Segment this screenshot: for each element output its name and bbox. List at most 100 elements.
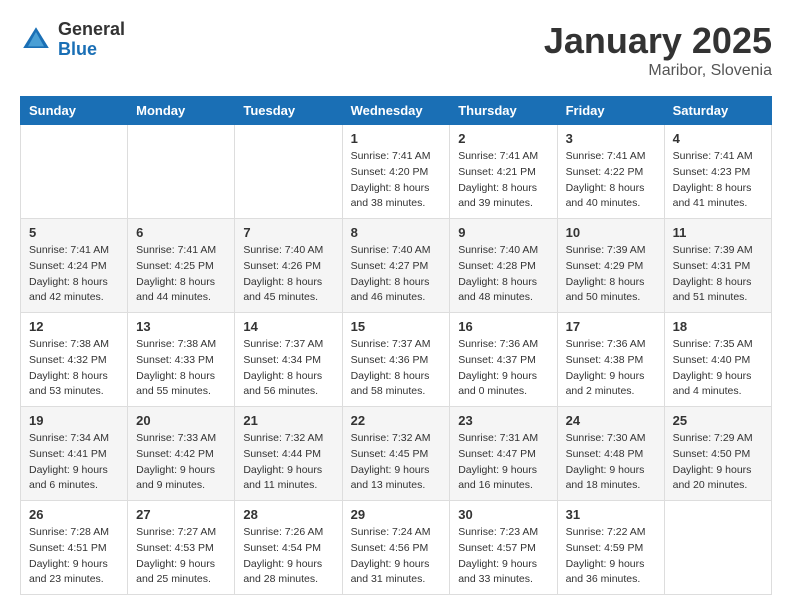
calendar-cell: 11 Sunrise: 7:39 AM Sunset: 4:31 PM Dayli… bbox=[664, 219, 771, 313]
day-number: 26 bbox=[29, 507, 119, 522]
calendar-cell: 20Sunrise: 7:33 AM Sunset: 4:42 PM Dayli… bbox=[128, 407, 235, 501]
calendar-cell: 6 Sunrise: 7:41 AM Sunset: 4:25 PM Daylig… bbox=[128, 219, 235, 313]
day-info: Sunrise: 7:30 AM Sunset: 4:48 PM Dayligh… bbox=[566, 431, 656, 494]
day-number: 29 bbox=[351, 507, 442, 522]
calendar-cell: 21 Sunrise: 7:32 AM Sunset: 4:44 PM Dayli… bbox=[235, 407, 342, 501]
day-info: Sunrise: 7:41 AM Sunset: 4:24 PM Dayligh… bbox=[29, 243, 119, 306]
day-info: Sunrise: 7:39 AM Sunset: 4:29 PM Dayligh… bbox=[566, 243, 656, 306]
day-number: 28 bbox=[243, 507, 333, 522]
day-number: 17 bbox=[566, 319, 656, 334]
day-info: Sunrise: 7:24 AM Sunset: 4:56 PM Dayligh… bbox=[351, 525, 442, 588]
title-area: January 2025 Maribor, Slovenia bbox=[544, 20, 772, 80]
day-number: 31 bbox=[566, 507, 656, 522]
day-number: 16 bbox=[458, 319, 548, 334]
calendar-cell: 3 Sunrise: 7:41 AM Sunset: 4:22 PM Daylig… bbox=[557, 125, 664, 219]
logo: General Blue bbox=[20, 20, 125, 60]
calendar-cell: 26Sunrise: 7:28 AM Sunset: 4:51 PM Dayli… bbox=[21, 501, 128, 595]
calendar-cell: 24 Sunrise: 7:30 AM Sunset: 4:48 PM Dayli… bbox=[557, 407, 664, 501]
calendar-cell: 25Sunrise: 7:29 AM Sunset: 4:50 PM Dayli… bbox=[664, 407, 771, 501]
day-number: 7 bbox=[243, 225, 333, 240]
month-title: January 2025 bbox=[544, 20, 772, 62]
calendar-cell: 14Sunrise: 7:37 AM Sunset: 4:34 PM Dayli… bbox=[235, 313, 342, 407]
day-info: Sunrise: 7:41 AM Sunset: 4:20 PM Dayligh… bbox=[351, 149, 442, 212]
day-number: 9 bbox=[458, 225, 548, 240]
day-info: Sunrise: 7:38 AM Sunset: 4:33 PM Dayligh… bbox=[136, 337, 226, 400]
day-info: Sunrise: 7:40 AM Sunset: 4:26 PM Dayligh… bbox=[243, 243, 333, 306]
day-number: 24 bbox=[566, 413, 656, 428]
calendar-table: SundayMondayTuesdayWednesdayThursdayFrid… bbox=[20, 96, 772, 595]
day-info: Sunrise: 7:38 AM Sunset: 4:32 PM Dayligh… bbox=[29, 337, 119, 400]
calendar-cell: 10 Sunrise: 7:39 AM Sunset: 4:29 PM Dayli… bbox=[557, 219, 664, 313]
calendar-cell: 13Sunrise: 7:38 AM Sunset: 4:33 PM Dayli… bbox=[128, 313, 235, 407]
day-number: 4 bbox=[673, 131, 763, 146]
calendar-cell: 17 Sunrise: 7:36 AM Sunset: 4:38 PM Dayli… bbox=[557, 313, 664, 407]
weekday-header: Monday bbox=[128, 97, 235, 125]
day-info: Sunrise: 7:36 AM Sunset: 4:38 PM Dayligh… bbox=[566, 337, 656, 400]
day-info: Sunrise: 7:27 AM Sunset: 4:53 PM Dayligh… bbox=[136, 525, 226, 588]
day-number: 1 bbox=[351, 131, 442, 146]
page-header: General Blue January 2025 Maribor, Slove… bbox=[20, 20, 772, 80]
day-number: 6 bbox=[136, 225, 226, 240]
calendar-cell: 4 Sunrise: 7:41 AM Sunset: 4:23 PM Daylig… bbox=[664, 125, 771, 219]
day-info: Sunrise: 7:31 AM Sunset: 4:47 PM Dayligh… bbox=[458, 431, 548, 494]
weekday-header: Wednesday bbox=[342, 97, 450, 125]
day-info: Sunrise: 7:40 AM Sunset: 4:28 PM Dayligh… bbox=[458, 243, 548, 306]
calendar-week-row: 26Sunrise: 7:28 AM Sunset: 4:51 PM Dayli… bbox=[21, 501, 772, 595]
day-info: Sunrise: 7:23 AM Sunset: 4:57 PM Dayligh… bbox=[458, 525, 548, 588]
day-info: Sunrise: 7:35 AM Sunset: 4:40 PM Dayligh… bbox=[673, 337, 763, 400]
day-info: Sunrise: 7:41 AM Sunset: 4:23 PM Dayligh… bbox=[673, 149, 763, 212]
day-info: Sunrise: 7:41 AM Sunset: 4:22 PM Dayligh… bbox=[566, 149, 656, 212]
day-info: Sunrise: 7:32 AM Sunset: 4:44 PM Dayligh… bbox=[243, 431, 333, 494]
weekday-header: Saturday bbox=[664, 97, 771, 125]
calendar-cell: 16Sunrise: 7:36 AM Sunset: 4:37 PM Dayli… bbox=[450, 313, 557, 407]
logo-general-text: General bbox=[58, 20, 125, 40]
day-info: Sunrise: 7:37 AM Sunset: 4:34 PM Dayligh… bbox=[243, 337, 333, 400]
calendar-cell: 7 Sunrise: 7:40 AM Sunset: 4:26 PM Daylig… bbox=[235, 219, 342, 313]
weekday-header: Thursday bbox=[450, 97, 557, 125]
calendar-cell bbox=[128, 125, 235, 219]
day-number: 3 bbox=[566, 131, 656, 146]
day-number: 25 bbox=[673, 413, 763, 428]
calendar-cell: 31Sunrise: 7:22 AM Sunset: 4:59 PM Dayli… bbox=[557, 501, 664, 595]
calendar-cell: 15Sunrise: 7:37 AM Sunset: 4:36 PM Dayli… bbox=[342, 313, 450, 407]
calendar-cell bbox=[664, 501, 771, 595]
calendar-cell: 1 Sunrise: 7:41 AM Sunset: 4:20 PM Daylig… bbox=[342, 125, 450, 219]
day-number: 12 bbox=[29, 319, 119, 334]
calendar-week-row: 19 Sunrise: 7:34 AM Sunset: 4:41 PM Dayli… bbox=[21, 407, 772, 501]
day-number: 18 bbox=[673, 319, 763, 334]
calendar-cell: 27Sunrise: 7:27 AM Sunset: 4:53 PM Dayli… bbox=[128, 501, 235, 595]
day-info: Sunrise: 7:41 AM Sunset: 4:21 PM Dayligh… bbox=[458, 149, 548, 212]
logo-icon bbox=[20, 24, 52, 56]
calendar-cell: 30 Sunrise: 7:23 AM Sunset: 4:57 PM Dayli… bbox=[450, 501, 557, 595]
day-number: 23 bbox=[458, 413, 548, 428]
day-info: Sunrise: 7:41 AM Sunset: 4:25 PM Dayligh… bbox=[136, 243, 226, 306]
calendar-cell bbox=[21, 125, 128, 219]
calendar-cell: 29 Sunrise: 7:24 AM Sunset: 4:56 PM Dayli… bbox=[342, 501, 450, 595]
day-number: 20 bbox=[136, 413, 226, 428]
day-info: Sunrise: 7:26 AM Sunset: 4:54 PM Dayligh… bbox=[243, 525, 333, 588]
day-number: 21 bbox=[243, 413, 333, 428]
day-number: 19 bbox=[29, 413, 119, 428]
calendar-week-row: 5Sunrise: 7:41 AM Sunset: 4:24 PM Daylig… bbox=[21, 219, 772, 313]
calendar-cell: 19 Sunrise: 7:34 AM Sunset: 4:41 PM Dayli… bbox=[21, 407, 128, 501]
calendar-cell: 2 Sunrise: 7:41 AM Sunset: 4:21 PM Daylig… bbox=[450, 125, 557, 219]
calendar-cell: 18 Sunrise: 7:35 AM Sunset: 4:40 PM Dayli… bbox=[664, 313, 771, 407]
calendar-cell: 12 Sunrise: 7:38 AM Sunset: 4:32 PM Dayli… bbox=[21, 313, 128, 407]
location: Maribor, Slovenia bbox=[544, 62, 772, 80]
weekday-header-row: SundayMondayTuesdayWednesdayThursdayFrid… bbox=[21, 97, 772, 125]
day-info: Sunrise: 7:32 AM Sunset: 4:45 PM Dayligh… bbox=[351, 431, 442, 494]
day-info: Sunrise: 7:39 AM Sunset: 4:31 PM Dayligh… bbox=[673, 243, 763, 306]
day-number: 11 bbox=[673, 225, 763, 240]
calendar-cell: 5Sunrise: 7:41 AM Sunset: 4:24 PM Daylig… bbox=[21, 219, 128, 313]
calendar-cell: 8 Sunrise: 7:40 AM Sunset: 4:27 PM Daylig… bbox=[342, 219, 450, 313]
calendar-cell: 22 Sunrise: 7:32 AM Sunset: 4:45 PM Dayli… bbox=[342, 407, 450, 501]
weekday-header: Tuesday bbox=[235, 97, 342, 125]
day-info: Sunrise: 7:34 AM Sunset: 4:41 PM Dayligh… bbox=[29, 431, 119, 494]
day-number: 8 bbox=[351, 225, 442, 240]
day-number: 10 bbox=[566, 225, 656, 240]
day-number: 30 bbox=[458, 507, 548, 522]
day-info: Sunrise: 7:40 AM Sunset: 4:27 PM Dayligh… bbox=[351, 243, 442, 306]
day-number: 2 bbox=[458, 131, 548, 146]
calendar-week-row: 12 Sunrise: 7:38 AM Sunset: 4:32 PM Dayli… bbox=[21, 313, 772, 407]
day-number: 22 bbox=[351, 413, 442, 428]
